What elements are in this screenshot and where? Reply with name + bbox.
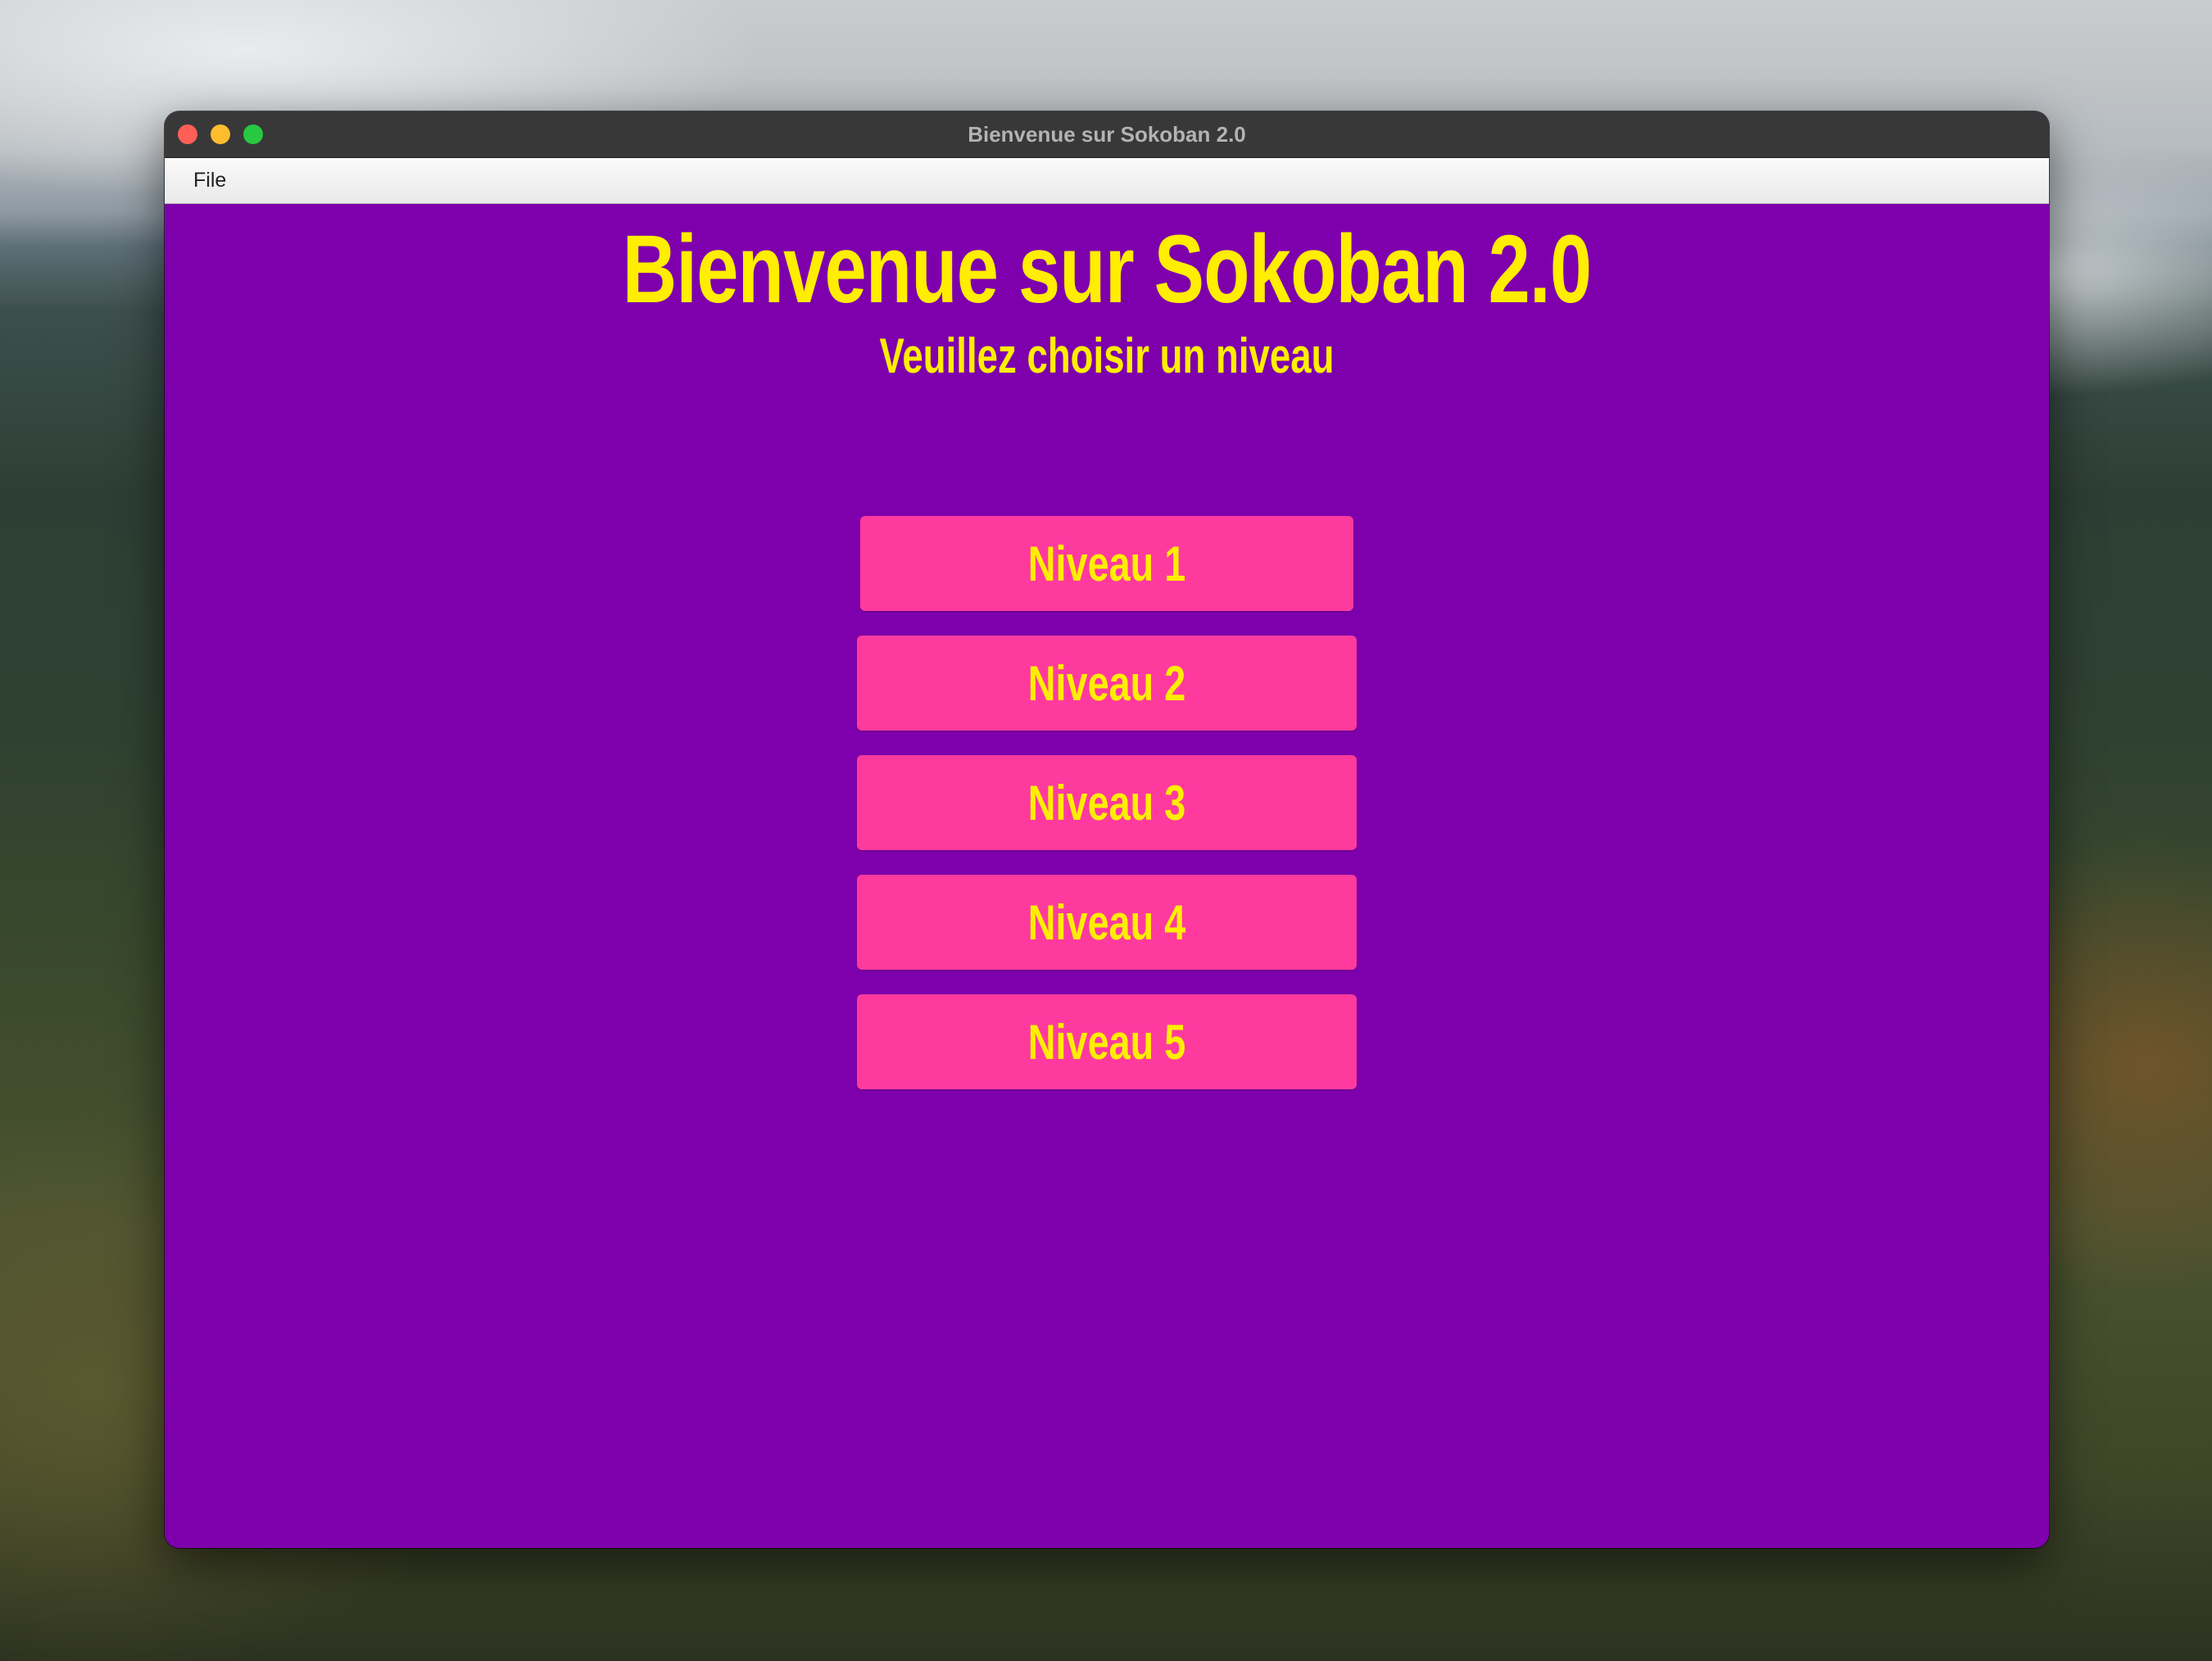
page-title: Bienvenue sur Sokoban 2.0 (622, 215, 1592, 324)
level-1-label: Niveau 1 (1027, 536, 1186, 591)
menu-file[interactable]: File (193, 158, 226, 203)
level-4-button[interactable]: Niveau 4 (857, 875, 1357, 970)
app-window: Bienvenue sur Sokoban 2.0 File Bienvenue… (165, 111, 2049, 1548)
title-bar[interactable]: Bienvenue sur Sokoban 2.0 (165, 111, 2049, 158)
level-4-label: Niveau 4 (1027, 894, 1186, 950)
window-title: Bienvenue sur Sokoban 2.0 (968, 122, 1246, 147)
page-subtitle: Veuillez choisir un niveau (879, 328, 1335, 383)
level-selection-panel: Bienvenue sur Sokoban 2.0 Veuillez chois… (165, 204, 2049, 1548)
level-5-label: Niveau 5 (1027, 1014, 1186, 1070)
menu-bar: File (165, 158, 2049, 204)
level-2-button[interactable]: Niveau 2 (857, 636, 1357, 731)
level-5-button[interactable]: Niveau 5 (857, 994, 1357, 1089)
level-3-label: Niveau 3 (1027, 775, 1186, 830)
level-1-button[interactable]: Niveau 1 (860, 516, 1353, 611)
level-2-label: Niveau 2 (1027, 655, 1186, 711)
level-3-button[interactable]: Niveau 3 (857, 755, 1357, 850)
